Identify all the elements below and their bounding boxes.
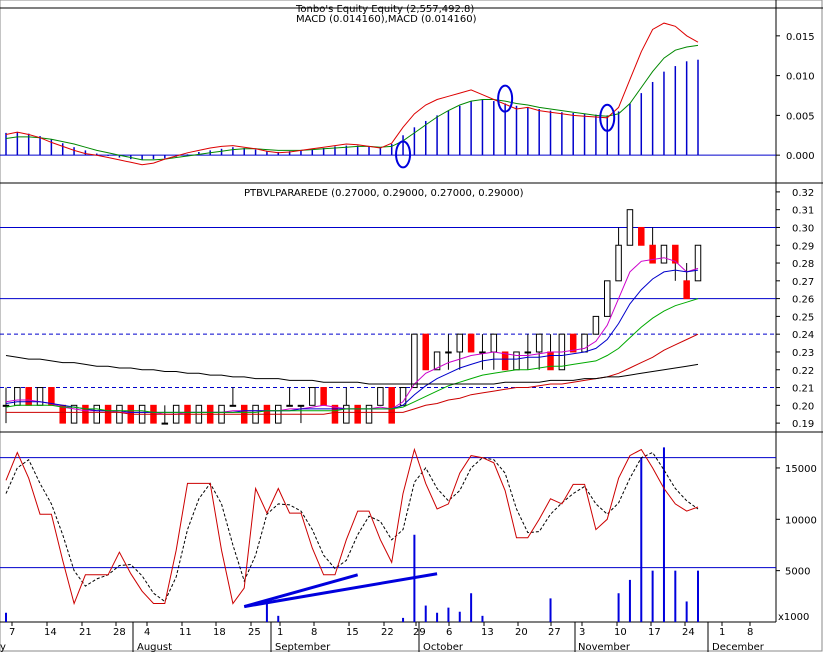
candle-body: [331, 404, 339, 424]
x-month-label: October: [423, 642, 464, 652]
x-day-label: 4: [144, 627, 150, 638]
candle-body: [25, 387, 32, 406]
x-day-label: 25: [248, 627, 261, 638]
x-day-label: 21: [79, 627, 92, 638]
candle-body: [445, 351, 452, 354]
x-day-label: 8: [311, 627, 317, 638]
x-day-label: 27: [548, 627, 561, 638]
x-day-label: 17: [648, 627, 661, 638]
volume-multiplier: x1000: [778, 612, 809, 623]
candle-body: [161, 422, 169, 425]
stochastic-y-tick-label: 5000: [785, 567, 810, 578]
x-month-label: December: [712, 642, 765, 652]
x-day-label: 18: [213, 627, 226, 638]
candle-body: [388, 387, 395, 424]
stochastic-y-tick-label: 10000: [785, 515, 817, 526]
x-month-label: November: [578, 642, 631, 652]
x-day-label: 11: [179, 627, 192, 638]
candle-body: [116, 404, 123, 424]
x-day-label: 1: [719, 627, 725, 638]
x-month-label: August: [137, 642, 172, 652]
candle-body: [683, 280, 690, 300]
chart-canvas: Tonbo's Equity Equity (2,557,492.8) MACD…: [0, 0, 823, 652]
candle-body: [638, 226, 645, 246]
price-y-tick-label: 0.19: [792, 419, 814, 430]
candle-body: [524, 351, 532, 354]
price-y-tick-label: 0.30: [792, 223, 814, 234]
macd-y-tick-label: 0.010: [786, 72, 815, 83]
x-day-label: 28: [113, 627, 126, 638]
candle-body: [501, 351, 509, 371]
candle-body: [104, 404, 112, 424]
candle-body: [14, 387, 21, 406]
candle-body: [354, 404, 361, 424]
candle-body: [547, 351, 554, 371]
price-y-tick-label: 0.21: [792, 384, 814, 395]
candle-body: [229, 404, 237, 407]
x-day-label: 14: [44, 627, 57, 638]
candle-body: [615, 244, 622, 282]
price-y-tick-label: 0.31: [792, 206, 814, 217]
x-day-label: 1: [277, 627, 283, 638]
candle-body: [93, 404, 101, 424]
candle-body: [649, 244, 656, 264]
candle-body: [490, 333, 498, 353]
macd-y-tick-label: 0.015: [786, 32, 815, 43]
candle-body: [411, 333, 418, 389]
x-day-label: 22: [381, 627, 394, 638]
candle-body: [603, 280, 611, 317]
price-y-tick-label: 0.20: [792, 401, 814, 412]
candle-body: [626, 209, 634, 246]
candle-body: [343, 404, 350, 424]
candle-body: [694, 244, 702, 282]
candle-body: [479, 351, 486, 354]
candle-body: [297, 404, 305, 407]
candle-body: [59, 404, 66, 424]
x-day-label: 6: [446, 627, 452, 638]
candle-body: [377, 387, 384, 406]
candle-body: [467, 333, 475, 353]
candle-body: [2, 404, 10, 407]
price-y-tick-label: 0.26: [792, 295, 814, 306]
price-y-tick-label: 0.28: [792, 259, 814, 270]
price-y-tick-label: 0.22: [792, 366, 814, 377]
candle-body: [581, 333, 588, 353]
price-y-tick-label: 0.32: [792, 188, 814, 199]
candle-body: [320, 387, 327, 406]
candle-body: [535, 333, 543, 353]
stochastic-y-tick-label: 15000: [785, 464, 817, 475]
candle-body: [365, 404, 373, 424]
price-y-tick-label: 0.29: [792, 241, 814, 252]
x-day-label: 24: [682, 627, 695, 638]
price-y-tick-label: 0.25: [792, 312, 814, 323]
candle-body: [48, 387, 55, 406]
candle-body: [286, 404, 293, 407]
x-month-label: September: [275, 642, 331, 652]
price-header: PTBVLPARAREDE (0.27000, 0.29000, 0.27000…: [244, 188, 524, 199]
x-day-label: 13: [481, 627, 494, 638]
candle-body: [513, 351, 520, 371]
candle-body: [569, 333, 577, 353]
candle-body: [660, 244, 668, 264]
candle-body: [592, 315, 600, 335]
x-day-label: 15: [346, 627, 359, 638]
candle-body: [422, 333, 429, 371]
x-month-label: y: [0, 642, 6, 652]
candle-body: [36, 387, 44, 406]
candle-body: [309, 387, 316, 406]
candle-body: [456, 333, 464, 353]
x-day-label: 10: [614, 627, 627, 638]
candle-body: [82, 404, 89, 424]
macd-y-tick-label: 0.005: [786, 111, 815, 122]
macd-y-tick-label: 0.000: [786, 151, 815, 162]
x-day-label: 8: [747, 627, 753, 638]
x-day-label: 3: [579, 627, 585, 638]
price-y-tick-label: 0.23: [792, 348, 814, 359]
candle-body: [70, 404, 78, 424]
x-day-label: 20: [515, 627, 528, 638]
price-y-tick-label: 0.24: [792, 330, 814, 341]
macd-header-line2: MACD (0.014160),MACD (0.014160): [296, 14, 477, 25]
x-day-label: 7: [9, 627, 15, 638]
price-y-tick-label: 0.27: [792, 277, 814, 288]
